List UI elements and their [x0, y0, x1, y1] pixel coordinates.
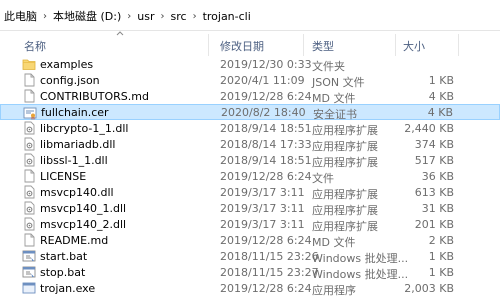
- file-size: 2,440 KB: [404, 122, 454, 135]
- breadcrumb-separator-icon[interactable]: ›: [193, 11, 197, 22]
- file-size: 31 KB: [421, 202, 454, 215]
- file-size: 1 KB: [428, 250, 454, 263]
- file-name: msvcp140.dll: [40, 186, 114, 199]
- dll-icon: [24, 201, 35, 215]
- file-row[interactable]: README.md 2019/12/28 6:24 MD 文件 2 KB: [0, 232, 500, 249]
- breadcrumb-item[interactable]: trojan-cli: [203, 10, 251, 23]
- breadcrumb-item[interactable]: 此电脑: [4, 8, 37, 24]
- file-list: examples 2019/12/30 0:33 文件夹 config.json 202…: [0, 56, 500, 297]
- column-divider[interactable]: [303, 34, 304, 56]
- file-row[interactable]: msvcp140_2.dll 2019/3/17 3:11 应用程序扩展 201 KB: [0, 216, 500, 233]
- certificate-icon: [23, 107, 37, 120]
- file-row[interactable]: msvcp140.dll 2019/3/17 3:11 应用程序扩展 613 KB: [0, 184, 500, 201]
- file-size: 4 KB: [428, 90, 454, 103]
- file-size: 2 KB: [428, 234, 454, 247]
- file-row[interactable]: examples 2019/12/30 0:33 文件夹: [0, 56, 500, 73]
- exe-icon: [22, 282, 36, 294]
- address-bar[interactable]: 此电脑 › 本地磁盘 (D:) › usr › src › trojan-cli: [0, 0, 500, 31]
- file-name: msvcp140_1.dll: [40, 202, 127, 215]
- file-row[interactable]: start.bat 2018/11/15 23:26 Windows 批处理... 1…: [0, 248, 500, 265]
- file-row[interactable]: LICENSE 2019/12/28 6:24 文件 36 KB: [0, 168, 500, 185]
- file-size: 2,003 KB: [404, 282, 454, 295]
- file-modified-date: 2018/9/14 18:51: [220, 122, 312, 135]
- bat-icon: [22, 266, 36, 278]
- file-modified-date: 2018/11/15 23:26: [220, 250, 319, 263]
- folder-icon: [22, 59, 36, 70]
- file-modified-date: 2019/3/17 3:11: [220, 202, 305, 215]
- file-name: fullchain.cer: [41, 106, 109, 119]
- breadcrumb: 此电脑 › 本地磁盘 (D:) › usr › src › trojan-cli: [4, 8, 251, 24]
- file-name: start.bat: [40, 250, 88, 263]
- file-name: examples: [40, 58, 94, 71]
- column-header-name[interactable]: 名称: [24, 38, 46, 54]
- file-icon: [24, 169, 35, 183]
- file-icon: [24, 89, 35, 103]
- breadcrumb-separator-icon[interactable]: ›: [161, 11, 165, 22]
- column-header-row: 名称 修改日期 类型 大小: [0, 31, 500, 57]
- file-name: README.md: [40, 234, 109, 247]
- file-modified-date: 2020/8/2 18:40: [221, 106, 306, 119]
- file-row[interactable]: libmariadb.dll 2018/8/14 17:33 应用程序扩展 374 K…: [0, 136, 500, 153]
- dll-icon: [24, 153, 35, 167]
- dll-icon: [24, 217, 35, 231]
- column-divider[interactable]: [208, 34, 209, 56]
- breadcrumb-item[interactable]: usr: [137, 10, 154, 23]
- file-size: 36 KB: [421, 170, 454, 183]
- file-name: libmariadb.dll: [40, 138, 116, 151]
- column-header-type[interactable]: 类型: [312, 38, 334, 54]
- file-row[interactable]: msvcp140_1.dll 2019/3/17 3:11 应用程序扩展 31 KB: [0, 200, 500, 217]
- file-modified-date: 2019/3/17 3:11: [220, 218, 305, 231]
- file-size: 1 KB: [428, 266, 454, 279]
- column-header-size[interactable]: 大小: [403, 38, 425, 54]
- file-row[interactable]: stop.bat 2018/11/15 23:27 Windows 批处理... 1 …: [0, 264, 500, 281]
- file-icon: [24, 73, 35, 87]
- file-name: libcrypto-1_1.dll: [40, 122, 129, 135]
- dll-icon: [24, 137, 35, 151]
- breadcrumb-item[interactable]: 本地磁盘 (D:): [53, 8, 121, 24]
- dll-icon: [24, 121, 35, 135]
- file-modified-date: 2019/12/28 6:24: [220, 170, 312, 183]
- file-modified-date: 2018/9/14 18:51: [220, 154, 312, 167]
- breadcrumb-separator-icon[interactable]: ›: [43, 11, 47, 22]
- column-header-date[interactable]: 修改日期: [220, 38, 264, 54]
- file-icon: [24, 233, 35, 247]
- column-divider[interactable]: [395, 34, 396, 56]
- file-name: CONTRIBUTORS.md: [40, 90, 149, 103]
- column-divider[interactable]: [458, 34, 459, 56]
- file-modified-date: 2019/12/28 6:24: [220, 90, 312, 103]
- file-modified-date: 2018/11/15 23:27: [220, 266, 319, 279]
- file-modified-date: 2019/3/17 3:11: [220, 186, 305, 199]
- file-name: trojan.exe: [40, 282, 96, 295]
- bat-icon: [22, 250, 36, 262]
- file-modified-date: 2020/4/1 11:09: [220, 74, 305, 87]
- file-type: 应用程序: [312, 284, 356, 297]
- file-row[interactable]: libcrypto-1_1.dll 2018/9/14 18:51 应用程序扩展 2,…: [0, 120, 500, 137]
- file-size: 201 KB: [414, 218, 454, 231]
- file-name: stop.bat: [40, 266, 86, 279]
- file-name: LICENSE: [40, 170, 87, 183]
- file-row[interactable]: trojan.exe 2019/12/28 6:24 应用程序 2,003 KB: [0, 280, 500, 297]
- file-size: 613 KB: [414, 186, 454, 199]
- file-modified-date: 2018/8/14 17:33: [220, 138, 312, 151]
- file-name: libssl-1_1.dll: [40, 154, 108, 167]
- file-size: 1 KB: [428, 74, 454, 87]
- file-name: config.json: [40, 74, 100, 87]
- file-size: 517 KB: [414, 154, 454, 167]
- file-row[interactable]: fullchain.cer 2020/8/2 18:40 安全证书 4 KB: [0, 104, 500, 121]
- file-modified-date: 2019/12/28 6:24: [220, 282, 312, 295]
- dll-icon: [24, 185, 35, 199]
- breadcrumb-separator-icon[interactable]: ›: [127, 11, 131, 22]
- file-row[interactable]: CONTRIBUTORS.md 2019/12/28 6:24 MD 文件 4 KB: [0, 88, 500, 105]
- file-modified-date: 2019/12/28 6:24: [220, 234, 312, 247]
- breadcrumb-item[interactable]: src: [171, 10, 187, 23]
- file-row[interactable]: config.json 2020/4/1 11:09 JSON 文件 1 KB: [0, 72, 500, 89]
- file-size: 374 KB: [414, 138, 454, 151]
- file-size: 4 KB: [427, 106, 453, 119]
- file-row[interactable]: libssl-1_1.dll 2018/9/14 18:51 应用程序扩展 517 K…: [0, 152, 500, 169]
- file-modified-date: 2019/12/30 0:33: [220, 58, 312, 71]
- sort-ascending-icon: [116, 31, 124, 36]
- file-name: msvcp140_2.dll: [40, 218, 127, 231]
